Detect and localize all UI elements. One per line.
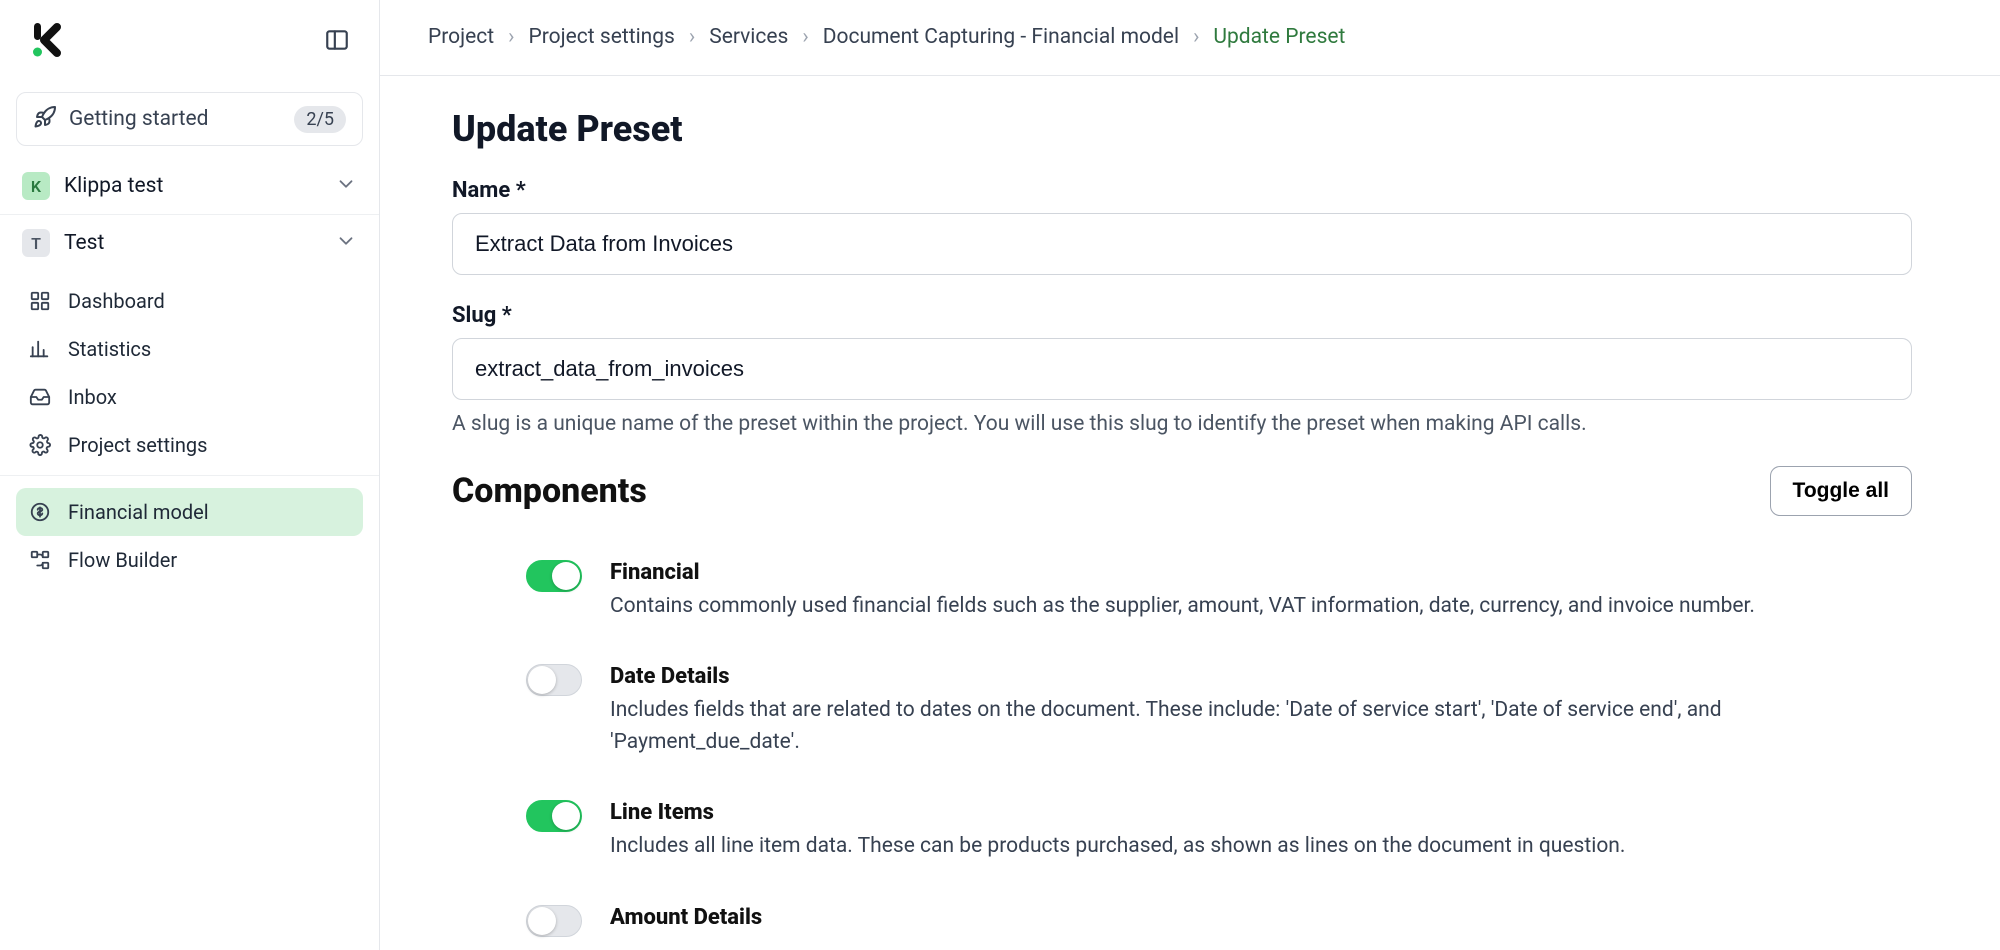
project-name: Test: [64, 231, 321, 255]
component-title: Amount Details: [610, 905, 1912, 930]
component-body: Line Items Includes all line item data. T…: [610, 800, 1912, 863]
component-row: Date Details Includes fields that are rel…: [452, 650, 1912, 786]
component-toggle[interactable]: [526, 905, 582, 937]
rocket-icon: [33, 105, 57, 133]
component-body: Date Details Includes fields that are rel…: [610, 664, 1912, 758]
component-body: Amount Details: [610, 905, 1912, 937]
sidebar-item-flow-builder[interactable]: Flow Builder: [16, 536, 363, 584]
component-body: Financial Contains commonly used financia…: [610, 560, 1912, 623]
breadcrumb-item[interactable]: Services: [709, 25, 788, 49]
components-list: Financial Contains commonly used financia…: [452, 546, 1928, 950]
chevron-right-icon: ›: [508, 25, 514, 49]
component-title: Financial: [610, 560, 1912, 585]
breadcrumb-item[interactable]: Project settings: [528, 25, 674, 49]
getting-started-card[interactable]: Getting started 2/5: [16, 92, 363, 146]
sidebar: Getting started 2/5 K Klippa test T Test…: [0, 0, 380, 950]
chevron-right-icon: ›: [689, 25, 695, 49]
component-row: Financial Contains commonly used financia…: [452, 546, 1912, 651]
component-toggle[interactable]: [526, 560, 582, 592]
sidebar-item-project-settings[interactable]: Project settings: [16, 421, 363, 469]
statistics-icon: [28, 337, 52, 361]
sidebar-item-financial-model[interactable]: Financial model: [16, 488, 363, 536]
name-input[interactable]: [452, 213, 1912, 275]
chevron-right-icon: ›: [802, 25, 808, 49]
inbox-icon: [28, 385, 52, 409]
sidebar-item-label: Project settings: [68, 433, 207, 457]
app-logo-icon: [24, 21, 62, 59]
chevron-down-icon: [335, 173, 357, 199]
component-description: Contains commonly used financial fields …: [610, 591, 1912, 623]
toggle-all-button[interactable]: Toggle all: [1770, 466, 1912, 516]
component-description: Includes all line item data. These can b…: [610, 831, 1912, 863]
component-toggle[interactable]: [526, 800, 582, 832]
breadcrumb-item[interactable]: Document Capturing - Financial model: [823, 25, 1179, 49]
sidebar-item-dashboard[interactable]: Dashboard: [16, 277, 363, 325]
component-row: Amount Details: [452, 891, 1912, 950]
components-header: Components Toggle all: [452, 466, 1912, 516]
sidebar-item-label: Financial model: [68, 500, 209, 524]
getting-started-progress-badge: 2/5: [294, 106, 346, 133]
sidebar-item-statistics[interactable]: Statistics: [16, 325, 363, 373]
collapse-sidebar-button[interactable]: [319, 22, 355, 58]
main: Project › Project settings › Services › …: [380, 0, 2000, 950]
dashboard-icon: [28, 289, 52, 313]
project-switcher[interactable]: T Test: [0, 215, 379, 271]
flow-icon: [28, 548, 52, 572]
chevron-right-icon: ›: [1193, 25, 1199, 49]
sidebar-item-label: Dashboard: [68, 289, 165, 313]
component-toggle[interactable]: [526, 664, 582, 696]
components-heading: Components: [452, 471, 647, 511]
content: Update Preset Name * Slug * A slug is a …: [380, 76, 2000, 950]
breadcrumb-item-current: Update Preset: [1213, 25, 1345, 49]
name-label: Name *: [452, 178, 1928, 203]
sidebar-item-label: Statistics: [68, 337, 151, 361]
sidebar-nav-secondary: Financial model Flow Builder: [0, 482, 379, 590]
sidebar-item-label: Flow Builder: [68, 548, 177, 572]
breadcrumb-item[interactable]: Project: [428, 25, 494, 49]
component-title: Line Items: [610, 800, 1912, 825]
chevron-down-icon: [335, 230, 357, 256]
component-description: Includes fields that are related to date…: [610, 695, 1912, 758]
slug-field: Slug * A slug is a unique name of the pr…: [452, 303, 1928, 436]
component-title: Date Details: [610, 664, 1912, 689]
gear-icon: [28, 433, 52, 457]
page-title: Update Preset: [452, 108, 1928, 150]
slug-label: Slug *: [452, 303, 1928, 328]
sidebar-nav: Dashboard Statistics Inbox Project setti…: [0, 271, 379, 475]
name-field: Name *: [452, 178, 1928, 275]
sidebar-item-label: Inbox: [68, 385, 117, 409]
getting-started-label: Getting started: [69, 107, 282, 131]
sidebar-item-inbox[interactable]: Inbox: [16, 373, 363, 421]
project-initial-badge: T: [22, 229, 50, 257]
component-row: Line Items Includes all line item data. T…: [452, 786, 1912, 891]
dollar-circle-icon: [28, 500, 52, 524]
org-switcher[interactable]: K Klippa test: [0, 158, 379, 215]
sidebar-top: [0, 0, 379, 80]
slug-help-text: A slug is a unique name of the preset wi…: [452, 412, 1928, 436]
slug-input[interactable]: [452, 338, 1912, 400]
org-initial-badge: K: [22, 172, 50, 200]
breadcrumb: Project › Project settings › Services › …: [380, 0, 2000, 76]
org-name: Klippa test: [64, 174, 321, 198]
